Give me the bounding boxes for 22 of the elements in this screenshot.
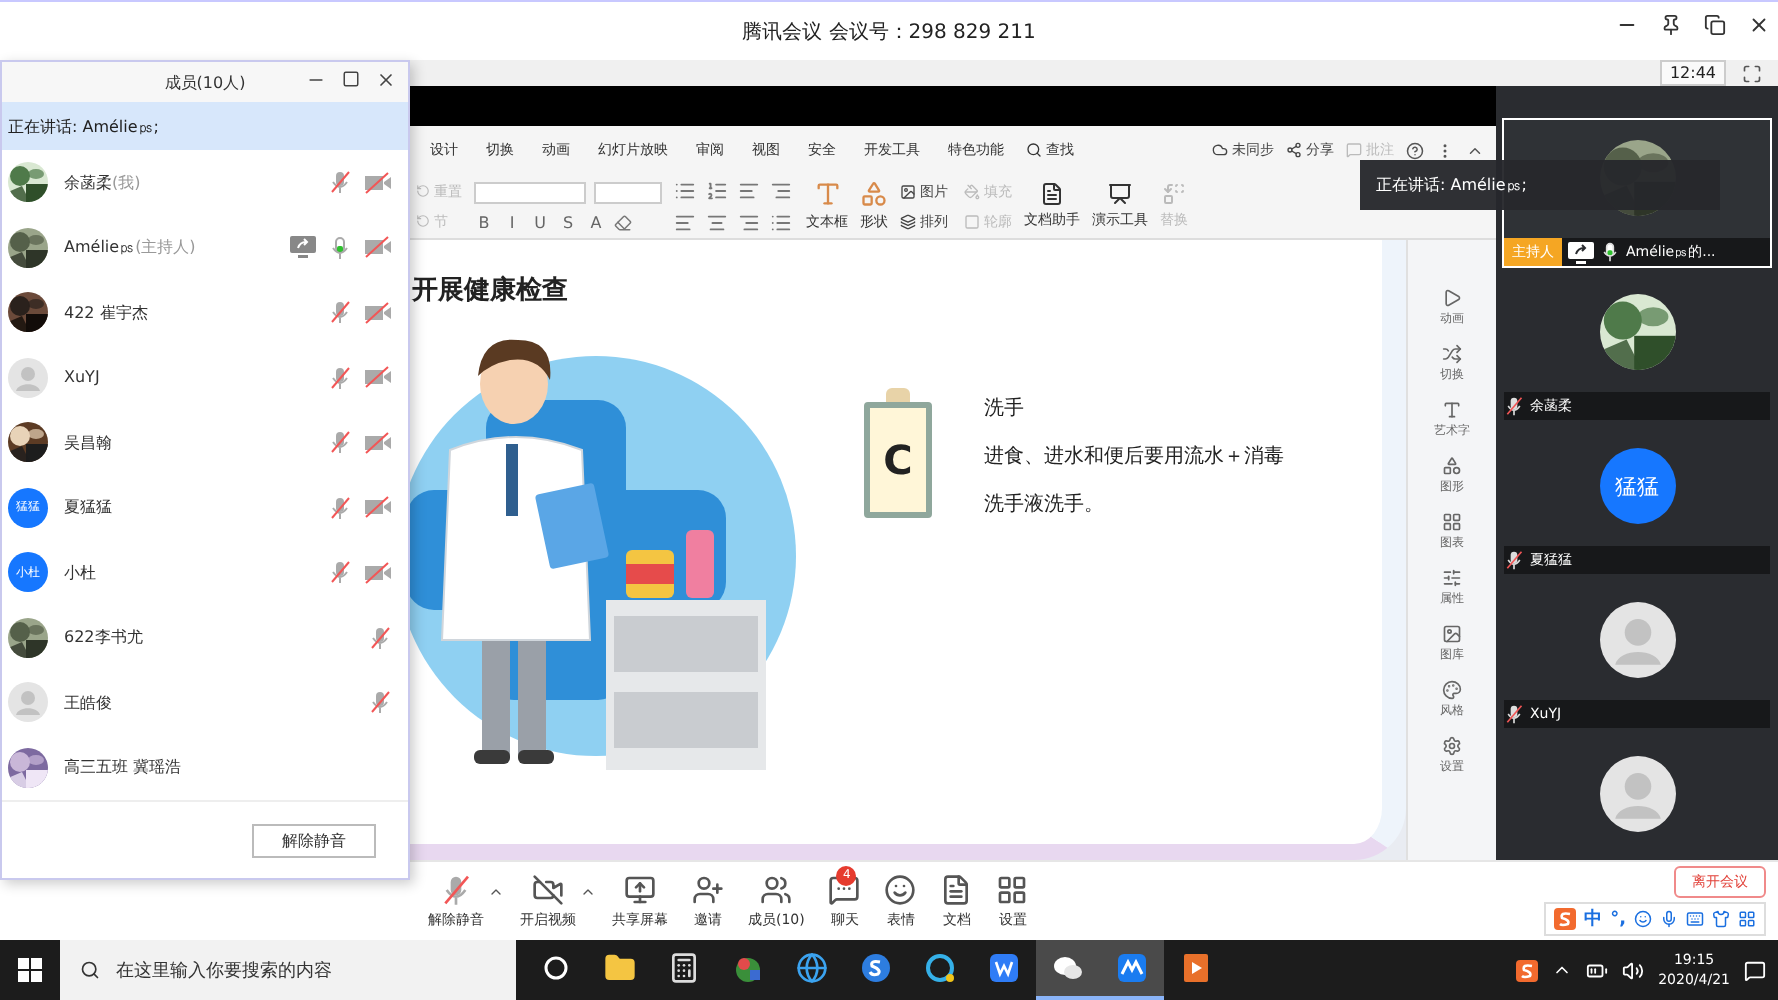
member-name: 王皓俊 [64, 691, 114, 714]
member-name: 小杜 [64, 561, 98, 584]
panel-title: 成员(10人) [164, 71, 246, 93]
slide-heading: 洗手 [984, 395, 1026, 422]
card-letter: C [883, 436, 913, 484]
member-name: 422 崔宇杰 [64, 301, 150, 324]
speaking-banner: 正在讲话: Amélie㎰; [2, 102, 408, 150]
avatar-initials: 猛猛 [1599, 448, 1675, 524]
slide-title: 开展健康检查 [412, 273, 570, 308]
member-name: 吴昌翰 [64, 431, 114, 454]
member-name: 夏猛猛 [64, 496, 114, 519]
member-name: 余菡柔(我) [64, 171, 143, 194]
ime-punctuation: °, [1610, 909, 1626, 929]
meeting-timer: 12:44 [1659, 60, 1726, 86]
member-name: Amélie㎰(主持人) [64, 236, 198, 259]
member-name: 高三五班 冀瑶浩 [64, 756, 184, 779]
member-name: XuYJ [64, 368, 102, 387]
window-title: 腾讯会议 会议号：298 829 211 [742, 19, 1036, 45]
ime-mode: 中 [1584, 906, 1603, 932]
member-name: 622李书尤 [64, 626, 145, 649]
speaking-tooltip: 正在讲话: Amélie㎰; [1360, 160, 1720, 210]
slide-paragraph: 进食、进水和便后要用流水＋消毒洗手液洗手。 [984, 443, 1284, 520]
